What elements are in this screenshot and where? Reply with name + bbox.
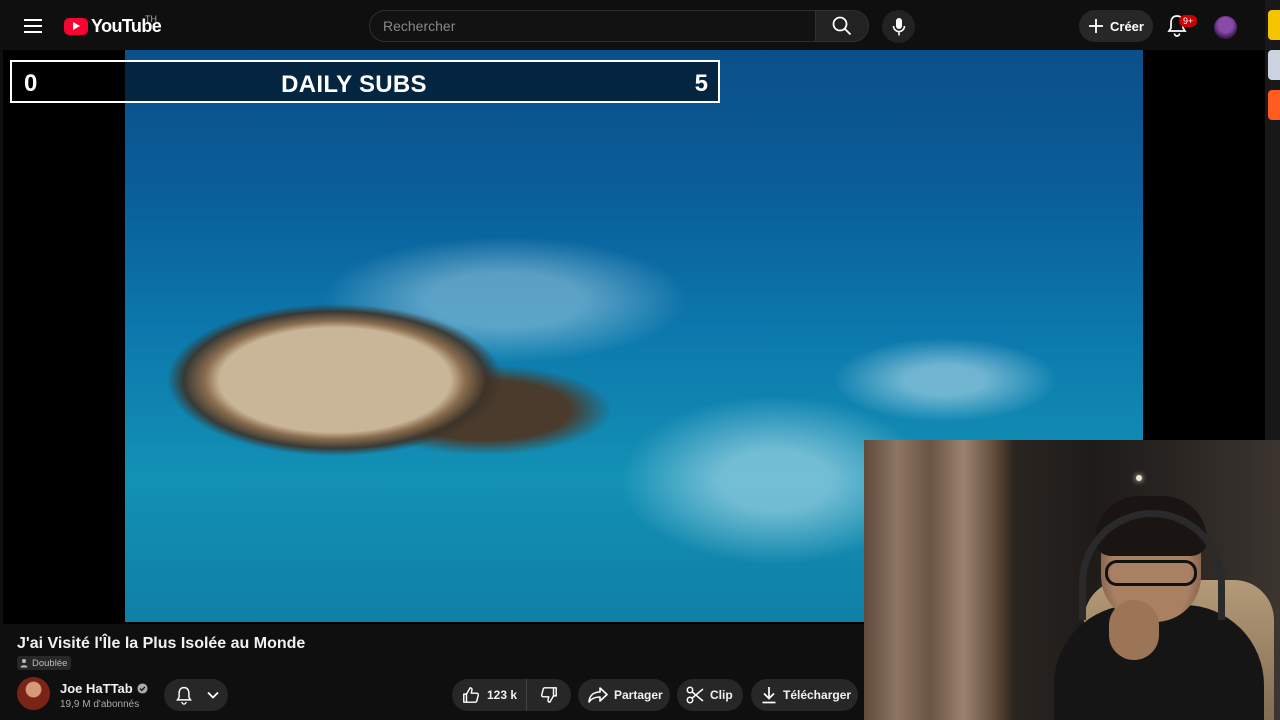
thumbs-up-icon bbox=[463, 687, 480, 703]
notification-badge: 9+ bbox=[1179, 15, 1198, 27]
like-button[interactable]: 123 k bbox=[452, 679, 527, 711]
create-button[interactable]: Créer bbox=[1079, 10, 1153, 42]
search-button[interactable] bbox=[815, 10, 869, 42]
extension-tab-orange[interactable] bbox=[1268, 90, 1280, 120]
scissors-icon bbox=[686, 686, 704, 704]
microphone-icon bbox=[892, 17, 905, 35]
dubbed-badge: Doublée bbox=[17, 656, 72, 670]
download-icon bbox=[762, 687, 776, 704]
clip-button[interactable]: Clip bbox=[677, 679, 743, 711]
dislike-button[interactable] bbox=[527, 679, 571, 711]
masthead: YouTube TH Créer 9+ bbox=[0, 0, 1265, 50]
ceiling-light bbox=[1136, 475, 1142, 481]
extension-tab-yellow[interactable] bbox=[1268, 10, 1280, 40]
clip-label: Clip bbox=[710, 688, 733, 702]
plus-icon bbox=[1089, 19, 1103, 33]
thumbs-down-icon bbox=[540, 687, 557, 703]
channel-name-row[interactable]: Joe HaTTab bbox=[60, 681, 148, 696]
like-count: 123 k bbox=[487, 688, 518, 702]
download-label: Télécharger bbox=[783, 688, 852, 702]
daily-subs-overlay: 0 DAILY SUBS 5 bbox=[10, 60, 720, 103]
video-title: J'ai Visité l'Île la Plus Isolée au Mond… bbox=[17, 635, 306, 652]
share-label: Partager bbox=[614, 688, 663, 702]
extension-tab-grey[interactable] bbox=[1268, 50, 1280, 80]
dubbed-label: Doublée bbox=[32, 657, 68, 669]
search-input[interactable] bbox=[383, 18, 815, 34]
bell-icon bbox=[176, 686, 192, 705]
share-button[interactable]: Partager bbox=[578, 679, 670, 711]
account-avatar[interactable] bbox=[1214, 16, 1237, 39]
webcam-overlay bbox=[864, 440, 1280, 720]
country-code: TH bbox=[145, 14, 157, 24]
extension-tabs bbox=[1268, 10, 1280, 150]
youtube-play-icon bbox=[64, 17, 88, 35]
person-body bbox=[1054, 605, 1264, 720]
download-button[interactable]: Télécharger bbox=[751, 679, 858, 711]
person-hand bbox=[1109, 600, 1159, 660]
subs-goal-value: 5 bbox=[694, 70, 708, 97]
subscriber-count: 19,9 M d'abonnés bbox=[60, 699, 140, 710]
channel-name[interactable]: Joe HaTTab bbox=[60, 681, 133, 696]
person-voice-icon bbox=[20, 659, 28, 668]
glasses bbox=[1105, 560, 1197, 586]
like-dislike-group: 123 k bbox=[452, 679, 571, 711]
channel-avatar[interactable] bbox=[17, 677, 50, 710]
create-label: Créer bbox=[1110, 18, 1144, 34]
chevron-down-icon bbox=[207, 691, 219, 699]
voice-search-button[interactable] bbox=[882, 10, 915, 43]
verified-icon bbox=[137, 683, 148, 694]
share-icon bbox=[588, 687, 608, 703]
search-box[interactable] bbox=[369, 10, 815, 42]
subscription-notifications-button[interactable] bbox=[164, 679, 228, 711]
search-icon bbox=[832, 16, 852, 36]
menu-icon[interactable] bbox=[18, 12, 48, 40]
subs-overlay-title: DAILY SUBS bbox=[281, 71, 427, 98]
